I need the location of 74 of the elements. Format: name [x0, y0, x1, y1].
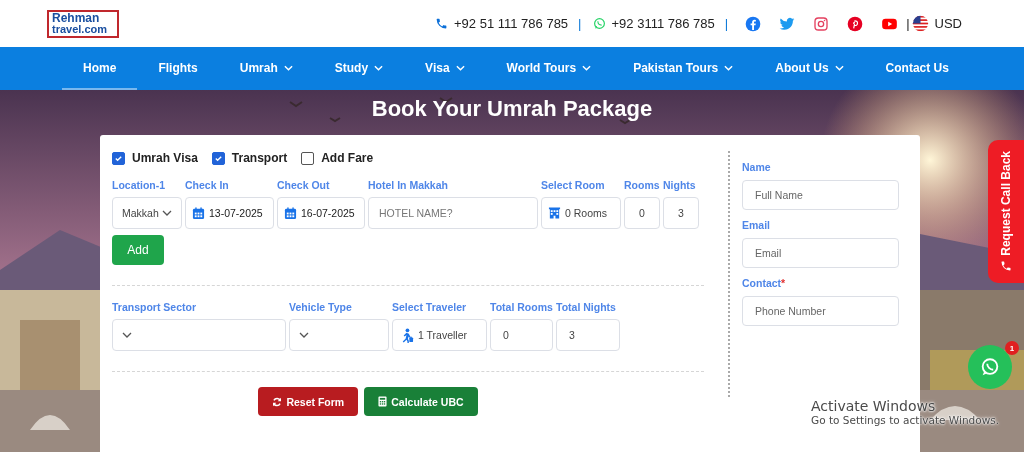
field-label: Contact*: [742, 277, 787, 289]
page-title: Book Your Umrah Package: [370, 95, 654, 123]
checkbox[interactable]: [112, 151, 125, 165]
calculate-ubc-button[interactable]: Calculate UBC: [364, 387, 478, 416]
checkbox-label: Umrah Visa: [132, 151, 198, 165]
checkbox[interactable]: [301, 151, 315, 165]
nav-item[interactable]: Contact Us: [864, 47, 970, 90]
separator: |: [578, 16, 582, 31]
chevron-down-icon: [299, 332, 309, 338]
hotel-name-field[interactable]: HOTEL NAME?: [368, 197, 538, 229]
whatsapp-icon: [979, 356, 1001, 378]
nav-item[interactable]: About Us: [754, 47, 865, 90]
nav-item[interactable]: Flights: [137, 47, 219, 90]
calculator-icon: [378, 396, 388, 407]
flag-icon: [911, 15, 929, 32]
date-field[interactable]: 13-07-2025: [185, 197, 274, 229]
reset-form-button[interactable]: Reset Form: [258, 387, 359, 416]
field-label: Name: [742, 161, 772, 173]
field-label: Hotel In Makkah: [368, 179, 449, 191]
contact-field[interactable]: Phone Number: [742, 296, 899, 326]
phone-icon: [435, 17, 448, 30]
checkbox[interactable]: [211, 151, 225, 165]
nav-item[interactable]: Study: [313, 47, 405, 90]
whatsapp-number[interactable]: +92 3111 786 785: [611, 16, 715, 31]
field-label: Check In: [185, 179, 230, 191]
number-field[interactable]: 3: [556, 319, 620, 351]
pinterest-icon[interactable]: [847, 15, 864, 32]
select-field[interactable]: Makkah: [112, 197, 182, 229]
phone-icon: [1000, 260, 1012, 273]
twitter-icon[interactable]: [779, 15, 796, 32]
checkmark-icon: [114, 153, 123, 163]
field-label: Select Room: [541, 179, 606, 191]
chevron-down-icon: [162, 210, 172, 216]
chevron-down-icon: [122, 332, 132, 338]
nav-item[interactable]: World Tours: [485, 47, 613, 90]
nav-item[interactable]: Pakistan Tours: [612, 47, 755, 90]
whatsapp-icon: [592, 17, 606, 30]
facebook-icon[interactable]: [745, 15, 762, 32]
nav-item[interactable]: Umrah: [218, 47, 314, 90]
field-label: Location-1: [112, 179, 167, 191]
field-label: Transport Sector: [112, 301, 198, 313]
refresh-icon: [272, 396, 283, 407]
number-field[interactable]: 0: [490, 319, 553, 351]
traveler-selector[interactable]: 1 Traveller: [392, 319, 487, 351]
date-field[interactable]: 16-07-2025: [277, 197, 365, 229]
field-label: Nights: [663, 179, 697, 191]
separator: |: [724, 16, 729, 31]
building-icon: [548, 206, 561, 220]
select-field[interactable]: [112, 319, 286, 351]
instagram-icon[interactable]: [813, 15, 830, 32]
separator: |: [906, 16, 910, 31]
currency-selector[interactable]: USD: [934, 16, 962, 31]
request-call-back-tab[interactable]: Request Call Back: [988, 140, 1024, 283]
number-field[interactable]: 3: [663, 197, 699, 229]
contact-field[interactable]: Email: [742, 238, 899, 268]
calendar-icon: [284, 206, 297, 220]
calendar-icon: [192, 206, 205, 220]
checkbox-label: Add Fare: [321, 151, 374, 165]
field-label: Rooms: [624, 179, 660, 191]
field-label: Email: [742, 219, 771, 231]
contact-field[interactable]: Full Name: [742, 180, 899, 210]
checkbox-label: Transport: [231, 151, 288, 165]
field-label: Total Rooms: [490, 301, 553, 313]
nav-item[interactable]: Visa: [404, 47, 486, 90]
field-label: Check Out: [277, 179, 331, 191]
room-selector[interactable]: 0 Rooms: [541, 197, 621, 229]
field-label: Vehicle Type: [289, 301, 353, 313]
phone-number[interactable]: +92 51 111 786 785: [454, 16, 569, 31]
logo[interactable]: Rehman travel.com: [47, 9, 119, 38]
number-field[interactable]: 0: [624, 197, 660, 229]
field-label: Select Traveler: [392, 301, 468, 313]
field-label: Total Nights: [556, 301, 617, 313]
select-field[interactable]: [289, 319, 389, 351]
checkmark-icon: [213, 153, 223, 163]
